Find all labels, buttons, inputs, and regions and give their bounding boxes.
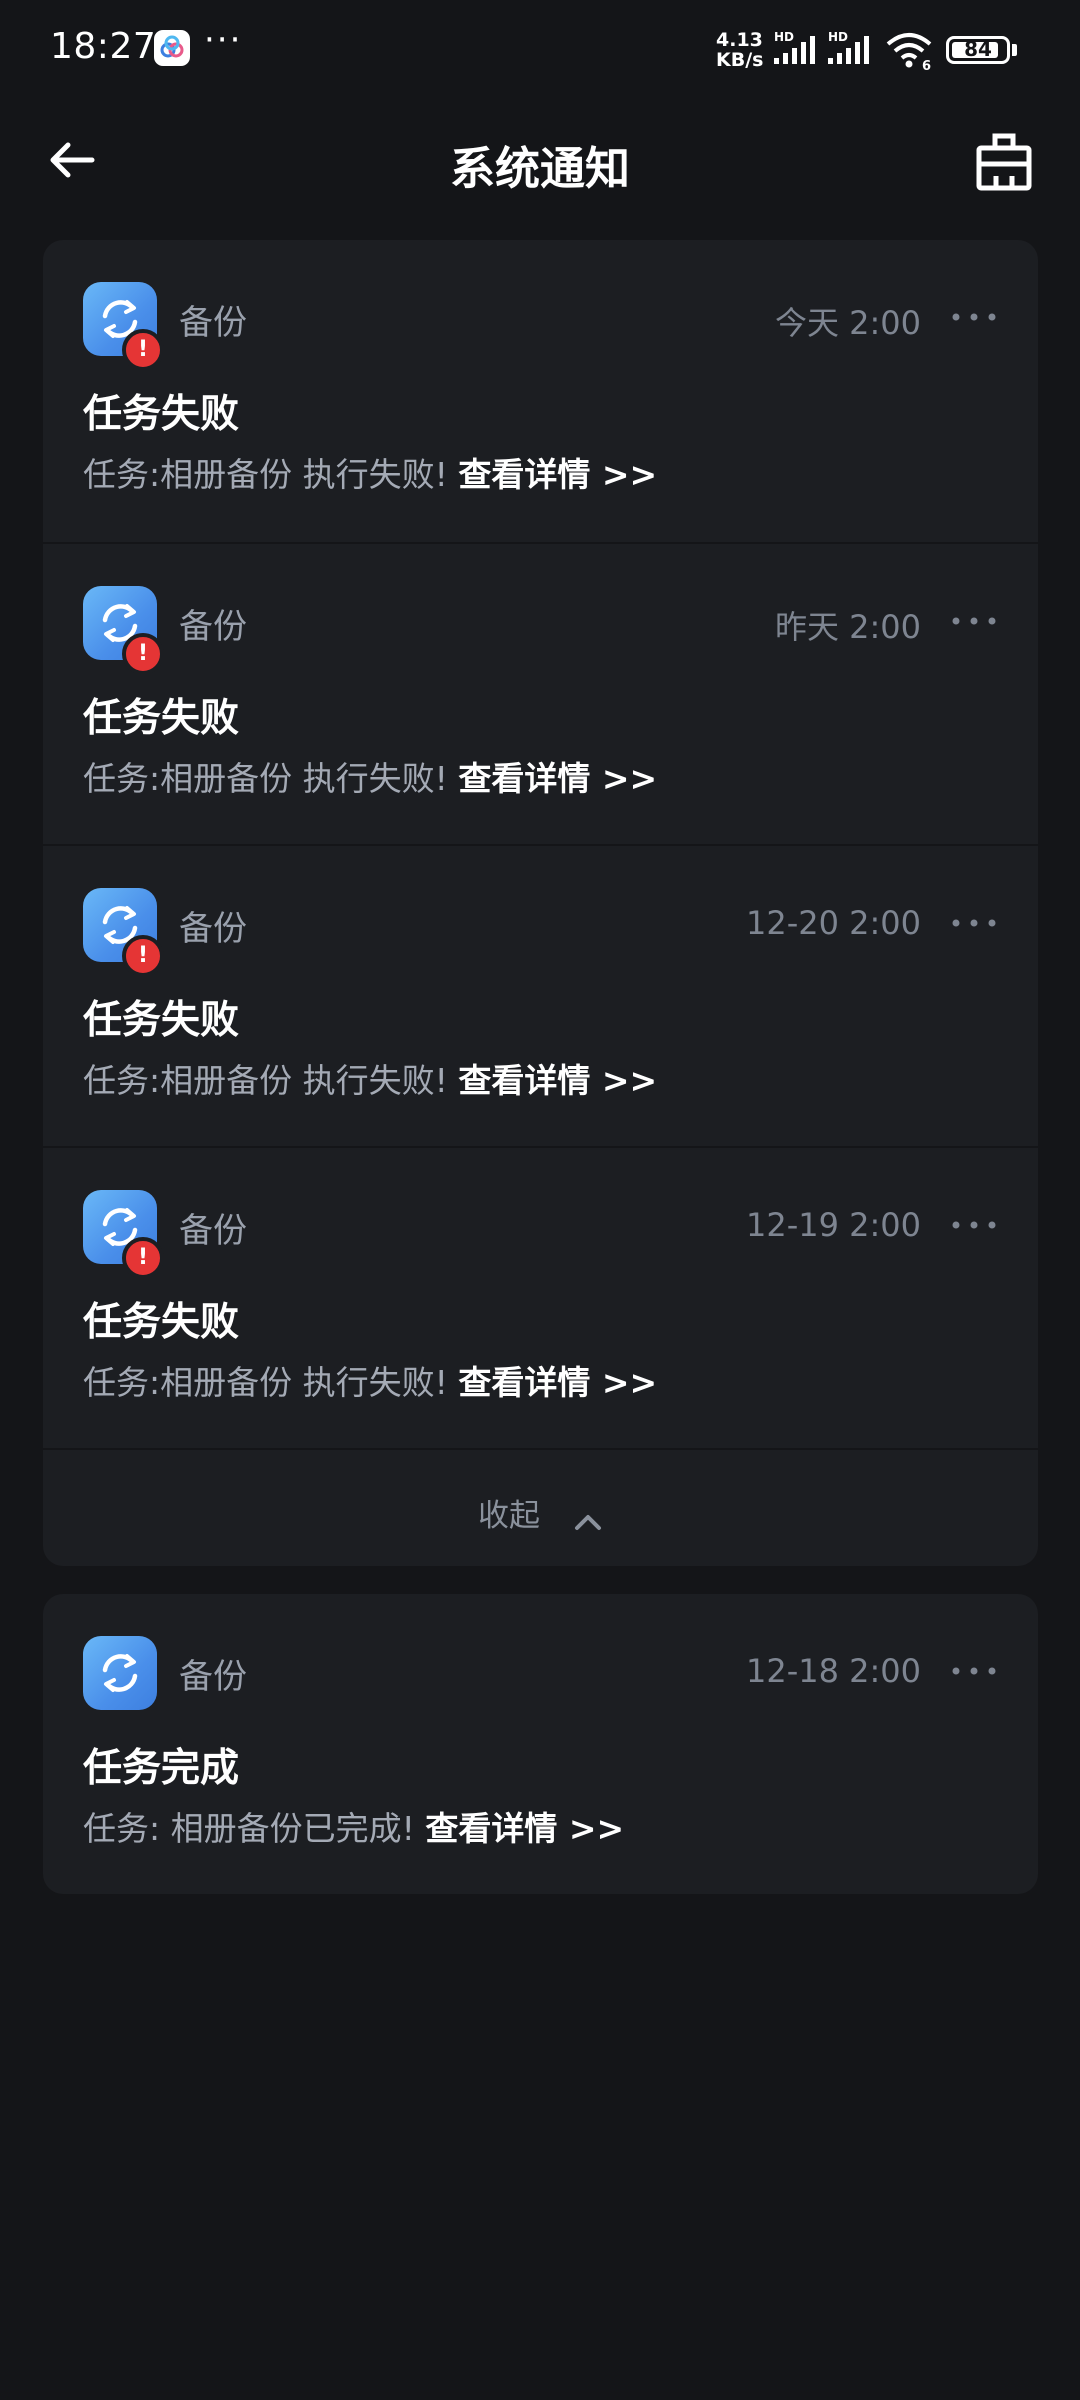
- notification-item[interactable]: ! 备份 12-19 2:00 任务失败 任务:相册备份 执行失败! 查看详情 …: [43, 1146, 1038, 1448]
- error-badge-icon: !: [122, 1237, 164, 1279]
- error-badge-icon: !: [122, 633, 164, 675]
- notification-title: 任务完成: [83, 1746, 240, 1791]
- net-speed-unit: KB/s: [716, 49, 764, 71]
- notification-body: 任务:相册备份 执行失败! 查看详情 >>: [83, 752, 657, 800]
- status-time: 18:27: [50, 26, 157, 67]
- status-bar: 18:27 ··· 4.13 KB/s HD HD 6 84: [0, 0, 1080, 100]
- notification-item[interactable]: ! 备份 昨天 2:00 任务失败 任务:相册备份 执行失败! 查看详情 >>: [43, 542, 1038, 844]
- page-title: 系统通知: [449, 142, 630, 195]
- battery-level: 84: [964, 37, 992, 61]
- notification-body-text: 任务:相册备份 执行失败!: [83, 1061, 459, 1100]
- collapse-button[interactable]: 收起: [43, 1448, 1038, 1566]
- notification-body: 任务:相册备份 执行失败! 查看详情 >>: [83, 1054, 657, 1102]
- error-badge-icon: !: [122, 329, 164, 371]
- collapse-inner: 收起: [43, 1490, 1038, 1535]
- app-name: 备份: [179, 303, 247, 343]
- notification-title: 任务失败: [83, 392, 240, 437]
- notification-body: 任务: 相册备份已完成! 查看详情 >>: [83, 1802, 624, 1850]
- header-bar: 系统通知: [0, 110, 1080, 210]
- notification-time: 12-18 2:00: [745, 1652, 921, 1690]
- notification-group-completed: 备份 12-18 2:00 任务完成 任务: 相册备份已完成! 查看详情 >>: [43, 1594, 1038, 1894]
- app-name: 备份: [179, 1657, 247, 1697]
- notification-title: 任务失败: [83, 998, 240, 1043]
- clear-all-button[interactable]: [974, 130, 1034, 194]
- notification-body-text: 任务:相册备份 执行失败!: [83, 1363, 459, 1402]
- more-notifications-icon: ···: [204, 20, 243, 60]
- network-speed: 4.13 KB/s: [716, 30, 763, 70]
- view-details-link[interactable]: 查看详情 >>: [458, 1363, 657, 1402]
- more-options-icon[interactable]: [950, 908, 998, 938]
- view-details-link[interactable]: 查看详情 >>: [458, 1061, 657, 1100]
- notification-item[interactable]: ! 备份 今天 2:00 任务失败 任务:相册备份 执行失败! 查看详情 >>: [43, 240, 1038, 542]
- notification-body-text: 任务:相册备份 执行失败!: [83, 455, 459, 494]
- notification-group-failed: ! 备份 今天 2:00 任务失败 任务:相册备份 执行失败! 查看详情 >> …: [43, 240, 1038, 1566]
- app-name: 备份: [179, 909, 247, 949]
- notification-title: 任务失败: [83, 1300, 240, 1345]
- notification-time: 12-20 2:00: [745, 904, 921, 942]
- view-details-link[interactable]: 查看详情 >>: [458, 455, 657, 494]
- notification-body: 任务:相册备份 执行失败! 查看详情 >>: [83, 448, 657, 496]
- notification-body-text: 任务: 相册备份已完成!: [83, 1809, 426, 1848]
- notification-time: 12-19 2:00: [745, 1206, 921, 1244]
- signal-icon-2: HD: [828, 30, 869, 64]
- more-options-icon[interactable]: [950, 606, 998, 636]
- chevron-up-icon: [575, 1514, 602, 1530]
- error-badge-icon: !: [122, 935, 164, 977]
- more-options-icon[interactable]: [950, 1656, 998, 1686]
- notification-time: 今天 2:00: [774, 304, 921, 342]
- notification-time: 昨天 2:00: [774, 608, 921, 646]
- app-name: 备份: [179, 607, 247, 647]
- wifi-icon: 6: [886, 33, 932, 70]
- net-speed-value: 4.13: [716, 29, 763, 51]
- more-options-icon[interactable]: [950, 302, 998, 332]
- view-details-link[interactable]: 查看详情 >>: [425, 1809, 624, 1848]
- signal-hd-label-2: HD: [828, 30, 848, 44]
- notification-body-text: 任务:相册备份 执行失败!: [83, 759, 459, 798]
- battery-cap: [1012, 44, 1017, 56]
- view-details-link[interactable]: 查看详情 >>: [458, 759, 657, 798]
- app-name: 备份: [179, 1211, 247, 1251]
- clear-all-icon: [976, 133, 1032, 191]
- backup-app-icon: [83, 1636, 157, 1710]
- notification-item[interactable]: ! 备份 12-20 2:00 任务失败 任务:相册备份 执行失败! 查看详情 …: [43, 844, 1038, 1146]
- wifi-sub-label: 6: [922, 59, 931, 70]
- signal-hd-label: HD: [774, 30, 794, 44]
- signal-icon: HD: [774, 30, 815, 64]
- notification-title: 任务失败: [83, 696, 240, 741]
- notification-item[interactable]: 备份 12-18 2:00 任务完成 任务: 相册备份已完成! 查看详情 >>: [43, 1594, 1038, 1894]
- cloud-app-status-icon: [154, 30, 190, 66]
- notification-body: 任务:相册备份 执行失败! 查看详情 >>: [83, 1356, 657, 1404]
- more-options-icon[interactable]: [950, 1210, 998, 1240]
- collapse-label: 收起: [477, 1498, 540, 1534]
- battery-icon: 84: [946, 36, 1010, 64]
